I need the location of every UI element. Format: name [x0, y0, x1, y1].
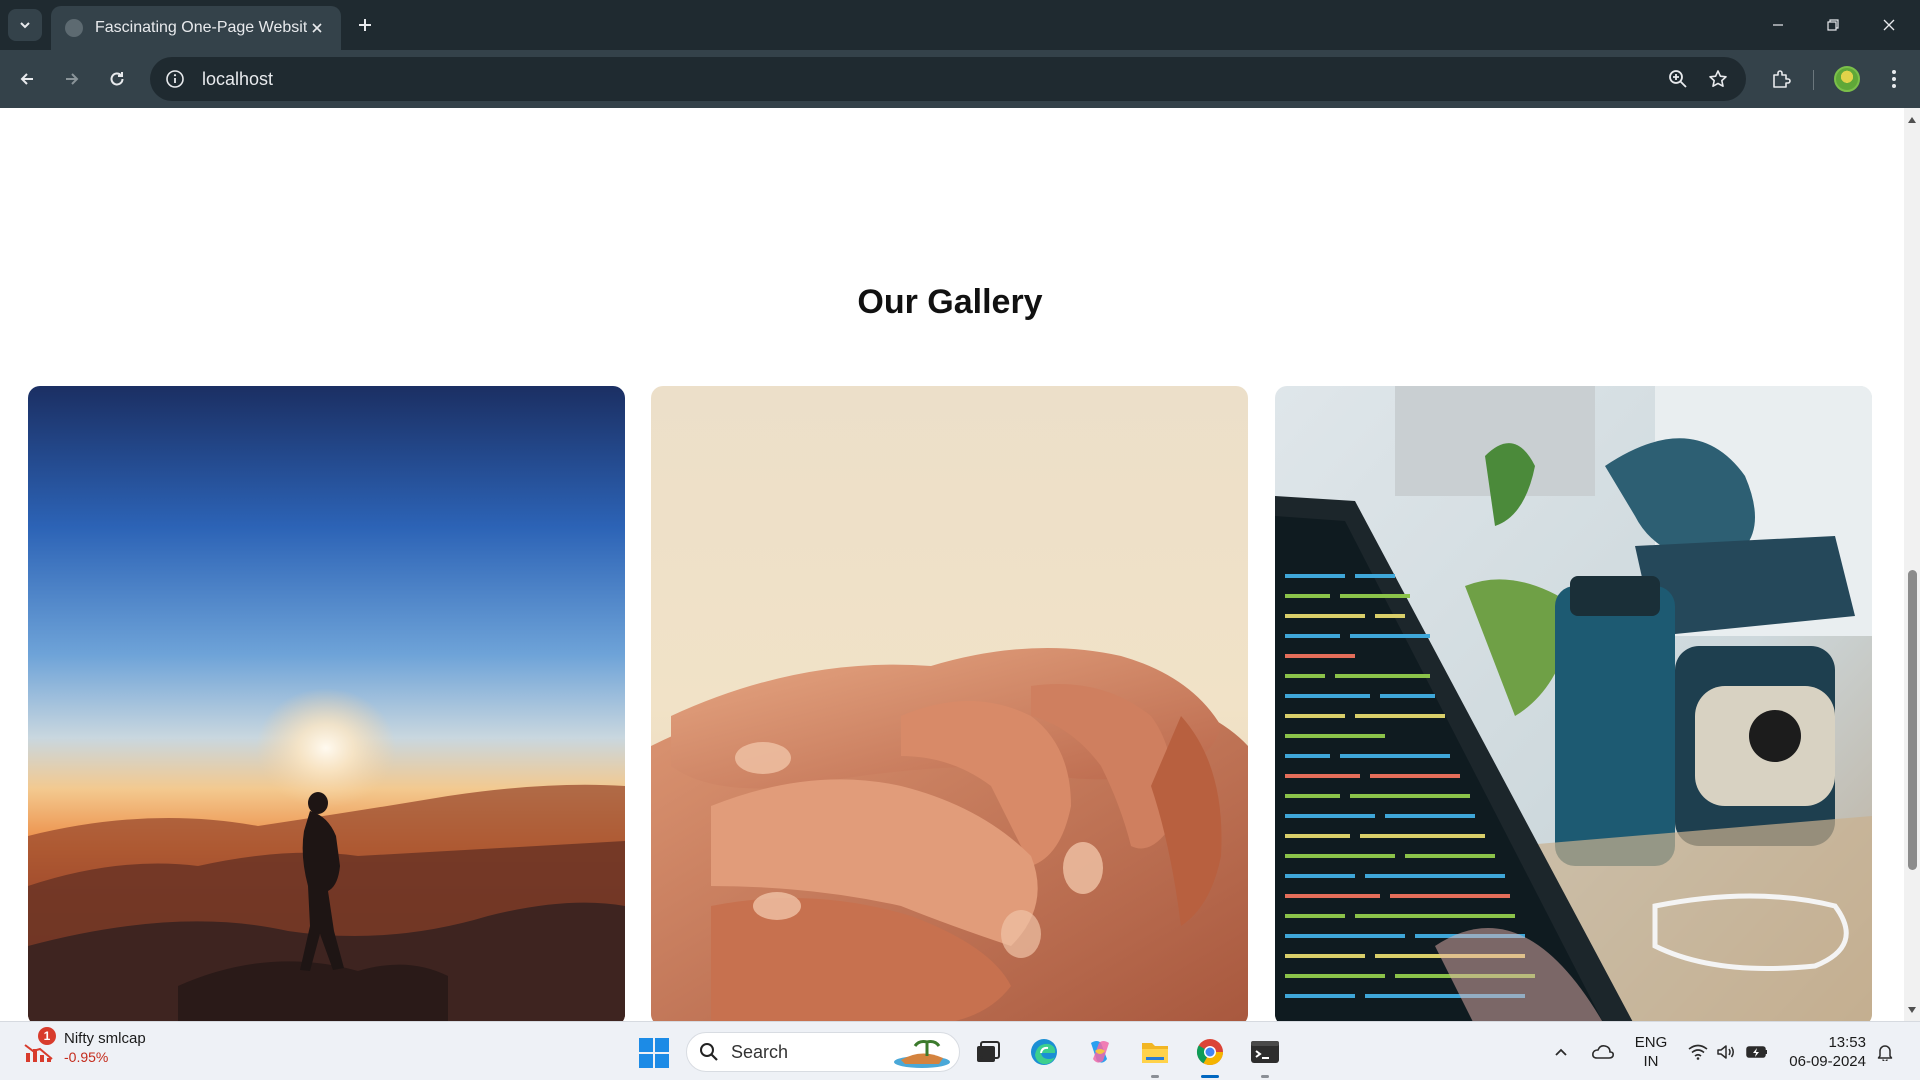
- new-tab-button[interactable]: [352, 12, 378, 38]
- volume-button[interactable]: [1712, 1032, 1740, 1072]
- scroll-up-button[interactable]: [1904, 112, 1920, 128]
- info-icon: [166, 70, 184, 88]
- scroll-thumb[interactable]: [1908, 570, 1917, 870]
- onedrive-tray-button[interactable]: [1588, 1032, 1618, 1072]
- bookmark-button[interactable]: [1702, 63, 1734, 95]
- url-text[interactable]: localhost: [202, 69, 1662, 90]
- chrome-browser-icon: [1196, 1039, 1224, 1066]
- battery-button[interactable]: [1742, 1032, 1772, 1072]
- person-silhouette-sunset-photo: [28, 386, 625, 1021]
- tab-close-button[interactable]: [307, 18, 327, 38]
- running-indicator: [1261, 1075, 1269, 1078]
- battery-charging-icon: [1746, 1046, 1767, 1058]
- zoom-icon: [1669, 70, 1687, 88]
- zoom-button[interactable]: [1662, 63, 1694, 95]
- arrow-right-icon: [66, 73, 79, 85]
- edge-browser-icon: [1031, 1039, 1057, 1065]
- minimize-button[interactable]: [1755, 9, 1801, 41]
- widget-change: -0.95%: [64, 1049, 109, 1065]
- laptop-code-desk-photo: [1275, 386, 1872, 1021]
- wifi-status-button[interactable]: [1683, 1032, 1713, 1072]
- chevron-up-icon: [1555, 1048, 1567, 1056]
- taskbar-file-explorer[interactable]: [1133, 1032, 1177, 1078]
- show-hidden-icons-button[interactable]: [1548, 1032, 1574, 1072]
- start-button[interactable]: [637, 1036, 671, 1070]
- active-indicator: [1201, 1075, 1219, 1078]
- cloud-icon: [1592, 1045, 1614, 1059]
- tab-title: Fascinating One-Page Website: [95, 19, 307, 36]
- address-bar[interactable]: localhost: [150, 57, 1746, 101]
- notification-badge: 1: [38, 1026, 56, 1045]
- taskbar-search[interactable]: Search: [686, 1032, 960, 1072]
- folder-icon: [1142, 1043, 1168, 1063]
- scroll-down-button[interactable]: [1904, 1002, 1920, 1018]
- taskbar-edge[interactable]: [1022, 1032, 1066, 1072]
- notifications-button[interactable]: [1873, 1032, 1897, 1072]
- avatar: [1834, 66, 1860, 92]
- gallery-heading: Our Gallery: [857, 283, 1043, 321]
- triangle-up-icon: [1908, 117, 1916, 123]
- extensions-button[interactable]: [1765, 63, 1797, 95]
- toolbar-separator: [1813, 70, 1814, 90]
- taskbar-chrome[interactable]: [1188, 1032, 1232, 1078]
- back-button[interactable]: [11, 63, 43, 95]
- browser-title-bar: Fascinating One-Page Website: [0, 0, 1920, 50]
- clock-time: 13:53: [1828, 1034, 1866, 1051]
- speaker-icon: [1717, 1045, 1734, 1059]
- arrow-left-icon: [20, 73, 33, 85]
- close-icon: [312, 23, 322, 33]
- windows-logo-icon: [639, 1038, 669, 1068]
- search-highlight-icon: [894, 1040, 950, 1068]
- taskbar-copilot[interactable]: [1078, 1032, 1122, 1072]
- stocks-widget[interactable]: 1 Nifty smlcap -0.95%: [22, 1026, 146, 1065]
- gallery-image-hands[interactable]: [651, 386, 1248, 1021]
- globe-icon: [65, 19, 83, 37]
- browser-menu-button[interactable]: [1878, 63, 1910, 95]
- search-label: Search: [731, 1041, 789, 1062]
- wifi-icon: [1688, 1044, 1708, 1060]
- gallery-image-laptop[interactable]: [1275, 386, 1872, 1021]
- taskbar-terminal[interactable]: [1243, 1032, 1287, 1078]
- language-code: ENG: [1634, 1034, 1668, 1051]
- copilot-icon: [1091, 1041, 1109, 1063]
- site-info-button[interactable]: [160, 64, 190, 94]
- language-region: IN: [1643, 1053, 1659, 1070]
- task-view-button[interactable]: [966, 1032, 1010, 1072]
- page-scrollbar[interactable]: [1904, 108, 1920, 1021]
- input-language-button[interactable]: ENG IN: [1630, 1033, 1672, 1071]
- system-clock[interactable]: 13:53 06-09-2024: [1782, 1033, 1866, 1071]
- plus-icon: [359, 19, 371, 31]
- running-indicator: [1151, 1075, 1159, 1078]
- stock-chart-icon: 1: [22, 1026, 56, 1065]
- widget-title: Nifty smlcap: [64, 1030, 146, 1047]
- reload-button[interactable]: [101, 63, 133, 95]
- browser-toolbar: localhost: [0, 50, 1920, 108]
- profile-button[interactable]: [1831, 63, 1863, 95]
- search-icon: [700, 1043, 718, 1061]
- windows-taskbar: 1 Nifty smlcap -0.95% Search ENG IN 13:5…: [0, 1021, 1920, 1080]
- tab-search-button[interactable]: [8, 9, 42, 41]
- more-vertical-icon: [1892, 70, 1896, 88]
- puzzle-icon: [1773, 70, 1791, 88]
- star-icon: [1709, 70, 1727, 87]
- reload-icon: [110, 72, 124, 86]
- bell-icon: [1877, 1045, 1893, 1061]
- restore-icon: [1827, 19, 1839, 31]
- close-window-button[interactable]: [1866, 9, 1912, 41]
- page-viewport: Our Gallery: [0, 108, 1904, 1021]
- minimize-icon: [1773, 24, 1783, 26]
- gallery-image-sunset[interactable]: [28, 386, 625, 1021]
- restore-button[interactable]: [1810, 9, 1856, 41]
- tab-active[interactable]: Fascinating One-Page Website: [51, 6, 341, 50]
- triangle-down-icon: [1908, 1007, 1916, 1013]
- task-view-icon: [977, 1041, 1000, 1062]
- terminal-icon: [1251, 1041, 1279, 1063]
- close-icon: [1883, 19, 1895, 31]
- clock-date: 06-09-2024: [1789, 1053, 1866, 1070]
- chevron-down-icon: [20, 22, 30, 29]
- forward-button[interactable]: [56, 63, 88, 95]
- holding-hands-photo: [651, 386, 1248, 1021]
